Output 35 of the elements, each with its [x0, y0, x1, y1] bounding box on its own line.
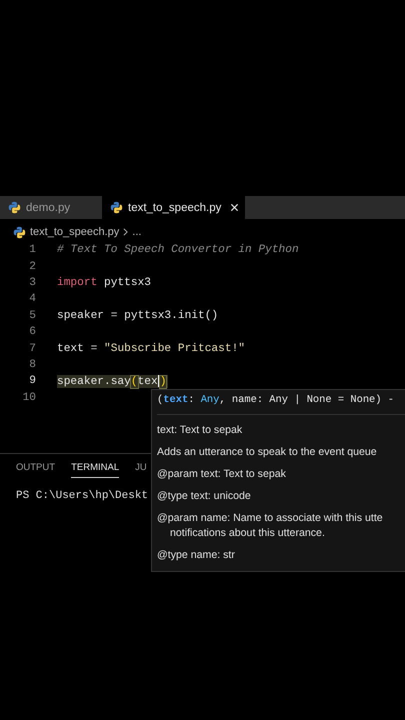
chevron-right-icon	[123, 228, 128, 236]
python-icon	[8, 201, 21, 214]
panel-tab[interactable]: TERMINAL	[71, 462, 120, 478]
doc-line: @type name: str	[157, 548, 236, 563]
terminal-prompt: PS C:\Users\hp\Deskt	[16, 490, 148, 502]
close-icon[interactable]	[230, 203, 240, 212]
editor-tab[interactable]: demo.py	[0, 196, 102, 219]
line-number: 5	[28, 310, 36, 322]
breadcrumb-more[interactable]: ...	[132, 226, 142, 238]
signature-text: (text: Any, name: Any | None = None) -	[157, 392, 405, 415]
line-number: 1	[28, 244, 36, 256]
python-icon	[13, 226, 26, 238]
line-number: 4	[28, 293, 36, 306]
python-icon	[110, 201, 123, 214]
line-number: 2	[28, 260, 36, 273]
panel-tab[interactable]: OUTPUT	[16, 462, 56, 478]
doc-line: @type text: unicode	[157, 489, 252, 504]
doc-line: @param text: Text to sepak	[157, 467, 287, 482]
line-number: 10	[22, 392, 36, 404]
line-number: 6	[28, 326, 36, 338]
doc-line: text: Text to sepak	[157, 423, 244, 438]
code-line: speaker = pyttsx3.init()	[57, 310, 218, 322]
text-cursor	[158, 374, 160, 387]
code-line: text = "Subscribe Pritcast!"	[57, 342, 245, 355]
code-line: # Text To Speech Convertor in Python	[57, 244, 299, 256]
line-number: 8	[28, 358, 36, 371]
line-number: 9	[28, 375, 36, 388]
code-line: import pyttsx3	[57, 276, 152, 289]
line-number: 3	[28, 276, 36, 289]
doc-line: Adds an utterance to speak to the event queue	[157, 445, 378, 460]
doc-paragraph: @param name: Name to associate with this utte notifications about this utterance.	[157, 511, 384, 541]
panel-tab[interactable]: JU	[135, 462, 147, 478]
line-number: 7	[28, 342, 36, 355]
editor-tab[interactable]: text_to_speech.py	[102, 196, 246, 219]
breadcrumb-item[interactable]: text_to_speech.py	[30, 226, 120, 238]
